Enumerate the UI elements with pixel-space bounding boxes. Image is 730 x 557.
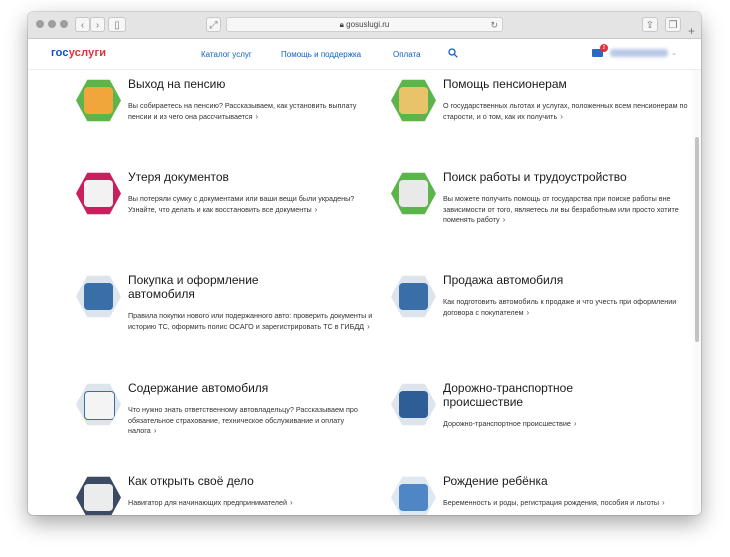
card-title[interactable]: Содержание автомобиля bbox=[128, 381, 368, 395]
title-bar: ‹ › ▯ ⤢ 🔒︎ gosuslugi.ru ↻ ⇪ ❐ bbox=[28, 12, 701, 39]
child-birth-icon bbox=[391, 476, 436, 515]
nav-payment[interactable]: Оплата bbox=[393, 50, 421, 59]
chevron-right-icon[interactable]: › bbox=[315, 205, 318, 214]
user-name[interactable] bbox=[610, 49, 668, 57]
pension-icon bbox=[76, 79, 121, 122]
card-desc: Дорожно-транспортное происшествие › bbox=[443, 419, 577, 428]
card-desc: Что нужно знать ответственному автовладе… bbox=[128, 405, 358, 435]
site-header: госуслуги Каталог услуг Помощь и поддерж… bbox=[28, 39, 701, 70]
car-purchase-icon bbox=[76, 275, 121, 318]
own-business-icon bbox=[76, 476, 121, 515]
job-search-icon bbox=[391, 172, 436, 215]
life-situations-list: Выход на пенсию Вы собираетесь на пенсию… bbox=[28, 70, 693, 515]
card-title[interactable]: Продажа автомобиля bbox=[443, 273, 683, 287]
chevron-right-icon[interactable]: › bbox=[574, 419, 577, 428]
resize-icon[interactable]: ⤢ bbox=[206, 17, 221, 32]
scrollbar-thumb[interactable] bbox=[695, 137, 699, 342]
card-desc: Вы собираетесь на пенсию? Рассказываем, … bbox=[128, 101, 357, 121]
chevron-right-icon[interactable]: › bbox=[290, 498, 293, 507]
back-icon[interactable]: ‹ bbox=[75, 17, 90, 32]
car-maintenance-icon bbox=[76, 383, 121, 426]
card-desc: Как подготовить автомобиль к продаже и ч… bbox=[443, 297, 677, 317]
car-sale-icon bbox=[391, 275, 436, 318]
new-tab-icon[interactable]: + bbox=[688, 24, 695, 38]
card-desc: Беременность и роды, регистрация рождени… bbox=[443, 498, 665, 507]
card-desc: Навигатор для начинающих предпринимателе… bbox=[128, 498, 293, 507]
chevron-right-icon[interactable]: › bbox=[527, 308, 530, 317]
card-title[interactable]: Как открыть своё дело bbox=[128, 474, 368, 488]
card-title[interactable]: Рождение ребёнка bbox=[443, 474, 683, 488]
chevron-right-icon[interactable]: › bbox=[367, 322, 370, 331]
close-window-button[interactable] bbox=[36, 20, 44, 28]
nav-catalog[interactable]: Каталог услуг bbox=[201, 50, 252, 59]
pensioners-help-icon bbox=[391, 79, 436, 122]
card-desc: Правила покупки нового или подержанного … bbox=[128, 311, 373, 331]
share-icon[interactable]: ⇪ bbox=[642, 17, 658, 32]
zoom-window-button[interactable] bbox=[60, 20, 68, 28]
chevron-right-icon[interactable]: › bbox=[662, 498, 665, 507]
gosuslugi-logo[interactable]: госуслуги bbox=[51, 47, 106, 59]
chevron-down-icon[interactable]: ⌄ bbox=[671, 49, 677, 57]
chevron-right-icon[interactable]: › bbox=[154, 426, 157, 435]
card-title[interactable]: Поиск работы и трудоустройство bbox=[443, 170, 683, 184]
lock-icon: 🔒︎ bbox=[339, 20, 344, 29]
chevron-right-icon[interactable]: › bbox=[255, 112, 258, 121]
chevron-right-icon[interactable]: › bbox=[503, 215, 506, 224]
card-title[interactable]: Утеря документов bbox=[128, 170, 368, 184]
address-bar[interactable]: 🔒︎ gosuslugi.ru ↻ bbox=[226, 17, 503, 32]
road-accident-icon bbox=[391, 383, 436, 426]
card-title[interactable]: Дорожно-транспортное происшествие bbox=[443, 381, 613, 409]
chevron-right-icon[interactable]: › bbox=[560, 112, 563, 121]
url-text: gosuslugi.ru bbox=[346, 20, 390, 29]
nav-help[interactable]: Помощь и поддержка bbox=[281, 50, 361, 59]
card-title[interactable]: Выход на пенсию bbox=[128, 77, 368, 91]
card-desc: О государственных льготах и услугах, пол… bbox=[443, 101, 688, 121]
card-title[interactable]: Помощь пенсионерам bbox=[443, 77, 683, 91]
card-desc: Вы потеряли сумку с документами или ваши… bbox=[128, 194, 355, 214]
sidebar-icon[interactable]: ▯ bbox=[108, 17, 126, 32]
reload-icon[interactable]: ↻ bbox=[490, 18, 498, 32]
minimize-window-button[interactable] bbox=[48, 20, 56, 28]
forward-icon[interactable]: › bbox=[90, 17, 105, 32]
lost-documents-icon bbox=[76, 172, 121, 215]
tabs-icon[interactable]: ❐ bbox=[665, 17, 681, 32]
card-title[interactable]: Покупка и оформление автомобиля bbox=[128, 273, 308, 301]
mail-badge: 2 bbox=[600, 44, 608, 52]
search-icon[interactable] bbox=[448, 48, 458, 58]
browser-window: ‹ › ▯ ⤢ 🔒︎ gosuslugi.ru ↻ ⇪ ❐ госуслуги … bbox=[28, 12, 701, 515]
card-desc: Вы можете получить помощь от государства… bbox=[443, 194, 679, 224]
